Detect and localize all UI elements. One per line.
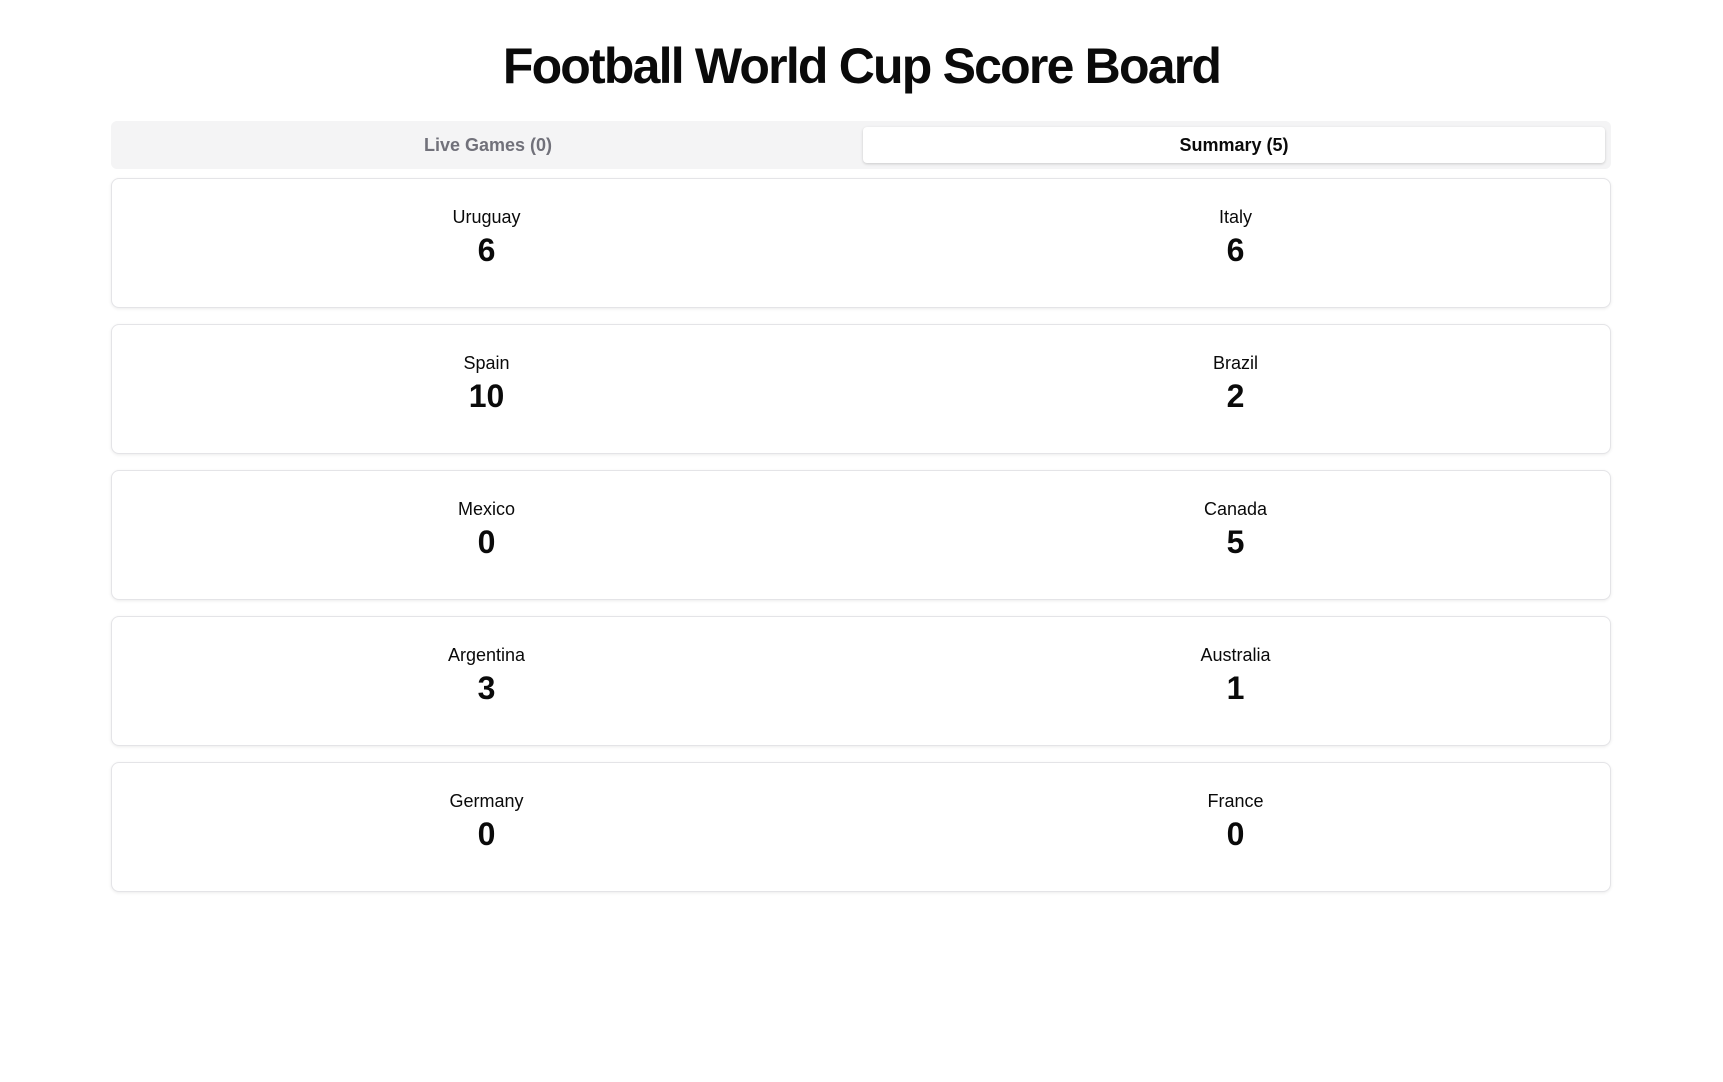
home-team-score: 0: [477, 524, 496, 560]
game-card: Mexico 0 Canada 5: [111, 470, 1611, 600]
away-team-score: 1: [1226, 670, 1245, 706]
away-team: Australia 1: [861, 617, 1610, 745]
away-team: Brazil 2: [861, 325, 1610, 453]
home-team: Spain 10: [112, 325, 861, 453]
away-team-score: 0: [1226, 816, 1245, 852]
away-team: Canada 5: [861, 471, 1610, 599]
home-team-name: Uruguay: [452, 207, 521, 227]
away-team-name: Italy: [1218, 207, 1252, 227]
away-team: France 0: [861, 763, 1610, 891]
home-team-name: Germany: [449, 791, 524, 811]
away-team-name: Australia: [1200, 645, 1271, 665]
home-team: Germany 0: [112, 763, 861, 891]
away-team-name: France: [1207, 791, 1264, 811]
game-card: Argentina 3 Australia 1: [111, 616, 1611, 746]
away-team-score: 2: [1226, 378, 1245, 414]
home-team-name: Spain: [463, 353, 510, 373]
view-tabs: Live Games (0) Summary (5): [111, 121, 1611, 169]
home-team: Mexico 0: [112, 471, 861, 599]
game-card: Germany 0 France 0: [111, 762, 1611, 892]
away-team: Italy 6: [861, 179, 1610, 307]
tab-summary[interactable]: Summary (5): [863, 127, 1605, 163]
game-card: Uruguay 6 Italy 6: [111, 178, 1611, 308]
away-team-score: 5: [1226, 524, 1245, 560]
away-team-name: Brazil: [1212, 353, 1258, 373]
games-list: Uruguay 6 Italy 6 Spain 10 Brazil 2 Mexi…: [111, 178, 1611, 908]
home-team: Argentina 3: [112, 617, 861, 745]
home-team-score: 3: [477, 670, 496, 706]
tab-live-games[interactable]: Live Games (0): [117, 127, 859, 163]
home-team-score: 10: [468, 378, 505, 414]
away-team-name: Canada: [1203, 499, 1268, 519]
home-team-score: 6: [477, 232, 496, 268]
page-title: Football World Cup Score Board: [502, 38, 1222, 94]
scoreboard-page: Football World Cup Score Board Live Game…: [0, 0, 1723, 1082]
home-team-score: 0: [477, 816, 496, 852]
home-team-name: Mexico: [457, 499, 515, 519]
home-team-name: Argentina: [447, 645, 526, 665]
game-card: Spain 10 Brazil 2: [111, 324, 1611, 454]
home-team: Uruguay 6: [112, 179, 861, 307]
away-team-score: 6: [1226, 232, 1245, 268]
